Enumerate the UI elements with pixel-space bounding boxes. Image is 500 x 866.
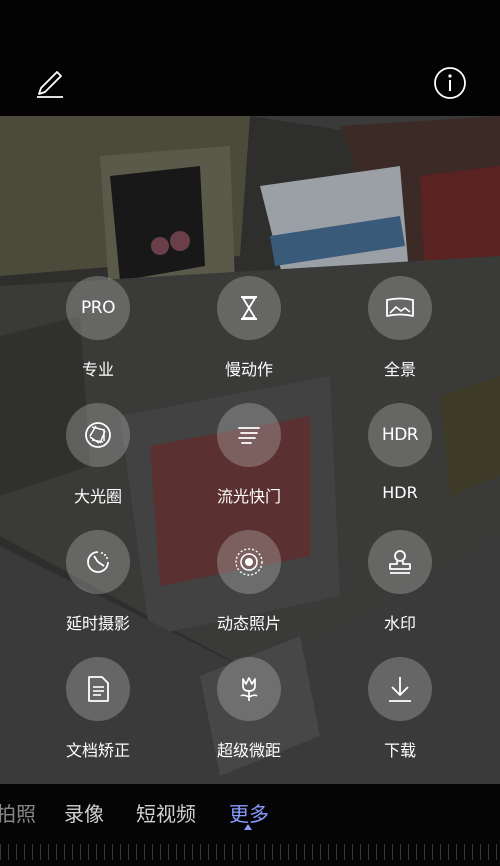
pencil-icon[interactable] (33, 66, 67, 100)
mode-hdr[interactable]: HDR HDR (341, 403, 461, 513)
timelapse-icon[interactable] (66, 530, 130, 594)
mode-label: 大光圈 (73, 487, 122, 506)
download-icon[interactable] (368, 657, 432, 721)
tab-video[interactable]: 录像 (64, 798, 104, 827)
macro-flower-icon[interactable] (217, 657, 281, 721)
mode-watermark[interactable]: 水印 (341, 530, 461, 640)
document-icon[interactable] (66, 657, 130, 721)
active-tab-indicator (244, 824, 252, 830)
mode-label: 专业 (81, 360, 114, 379)
mode-document[interactable]: 文档矫正 (39, 657, 159, 767)
tab-short-video[interactable]: 短视频 (136, 798, 196, 827)
light-trails-icon[interactable] (217, 403, 281, 467)
mode-label: 流光快门 (216, 487, 281, 506)
mode-label: 下载 (383, 741, 416, 760)
mode-grid: PRO 专业 慢动作 全景 大光圈 流光快门 HDR HDR 延时摄影 动态照片… (0, 116, 500, 784)
mode-panorama[interactable]: 全景 (341, 276, 461, 386)
camera-viewfinder: PRO 专业 慢动作 全景 大光圈 流光快门 HDR HDR 延时摄影 动态照片… (0, 116, 500, 784)
info-icon[interactable] (433, 66, 467, 100)
mode-scroll-ruler[interactable] (0, 844, 500, 860)
mode-label: 文档矫正 (65, 741, 130, 760)
mode-label: 慢动作 (224, 360, 273, 379)
mode-label: 全景 (383, 360, 416, 379)
top-bar (0, 0, 500, 116)
mode-label: 超级微距 (216, 741, 281, 760)
mode-label: 延时摄影 (65, 614, 130, 633)
mode-label: HDR (382, 483, 418, 502)
mode-aperture[interactable]: 大光圈 (39, 403, 159, 513)
mode-label: 动态照片 (216, 614, 281, 633)
panorama-icon[interactable] (368, 276, 432, 340)
tab-photo[interactable]: 拍照 (0, 798, 36, 827)
tab-more[interactable]: 更多 (229, 798, 269, 827)
hdr-icon[interactable]: HDR (368, 403, 432, 467)
aperture-icon[interactable] (66, 403, 130, 467)
stamp-icon[interactable] (368, 530, 432, 594)
pro-icon[interactable]: PRO (66, 276, 130, 340)
hourglass-icon[interactable] (217, 276, 281, 340)
mode-download[interactable]: 下载 (341, 657, 461, 767)
mode-label: 水印 (383, 614, 416, 633)
moving-picture-icon[interactable] (217, 530, 281, 594)
camera-mode-tabs: 拍照 录像 短视频 更多 (0, 784, 500, 866)
mode-light-trails[interactable]: 流光快门 (190, 403, 310, 513)
mode-moving-picture[interactable]: 动态照片 (190, 530, 310, 640)
mode-slow-motion[interactable]: 慢动作 (190, 276, 310, 386)
mode-super-macro[interactable]: 超级微距 (190, 657, 310, 767)
mode-pro[interactable]: PRO 专业 (39, 276, 159, 386)
mode-timelapse[interactable]: 延时摄影 (39, 530, 159, 640)
